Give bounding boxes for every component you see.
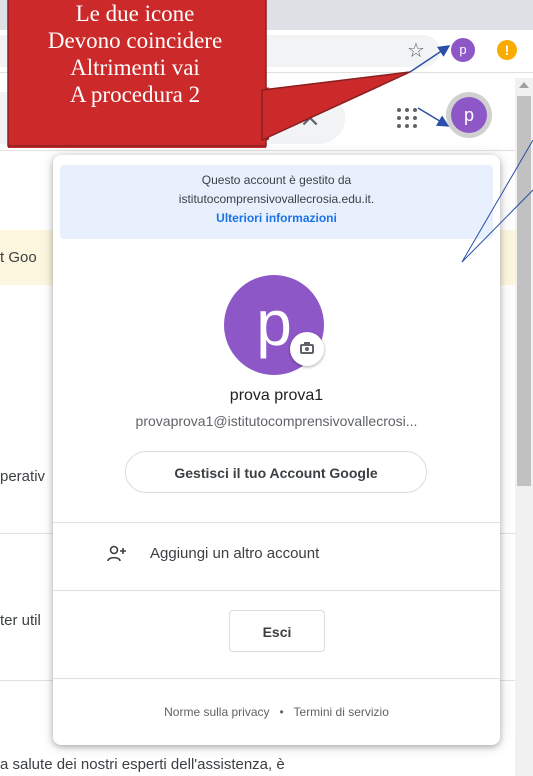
sign-out-button[interactable]: Esci [229,610,325,652]
privacy-link[interactable]: Norme sulla privacy [164,705,269,719]
manage-account-button[interactable]: Gestisci il tuo Account Google [125,451,427,493]
annotation-callout-pointer [261,71,411,142]
user-name: prova prova1 [229,387,324,404]
annotation-line: Le due icone [75,1,195,26]
popup-divider [53,678,500,679]
add-person-icon [107,545,126,562]
footer-separator: • [279,705,284,719]
popup-divider [53,590,500,591]
annotation-text: Le due icone Devono coincidere Altriment… [4,0,266,108]
camera-icon[interactable] [290,332,324,366]
popup-divider [53,522,500,523]
annotation-line: Altrimenti vai [70,55,200,80]
page-text-fragment: ter util [0,612,41,629]
popup-footer: Norme sulla privacy • Termini di servizi… [53,705,500,719]
annotation-arrow [417,107,450,127]
page-text-fragment: perativ [0,468,46,485]
annotation-line: Devono coincidere [47,28,223,53]
terms-link[interactable]: Termini di servizio [294,705,389,719]
page-text-fragment: a salute dei nostri esperti dell'assiste… [0,756,285,773]
add-account-item[interactable]: Aggiungi un altro account [150,545,319,562]
user-email: provaprova1@istitutocomprensivovallecros… [135,413,418,429]
annotation-line: A procedura 2 [69,82,201,107]
